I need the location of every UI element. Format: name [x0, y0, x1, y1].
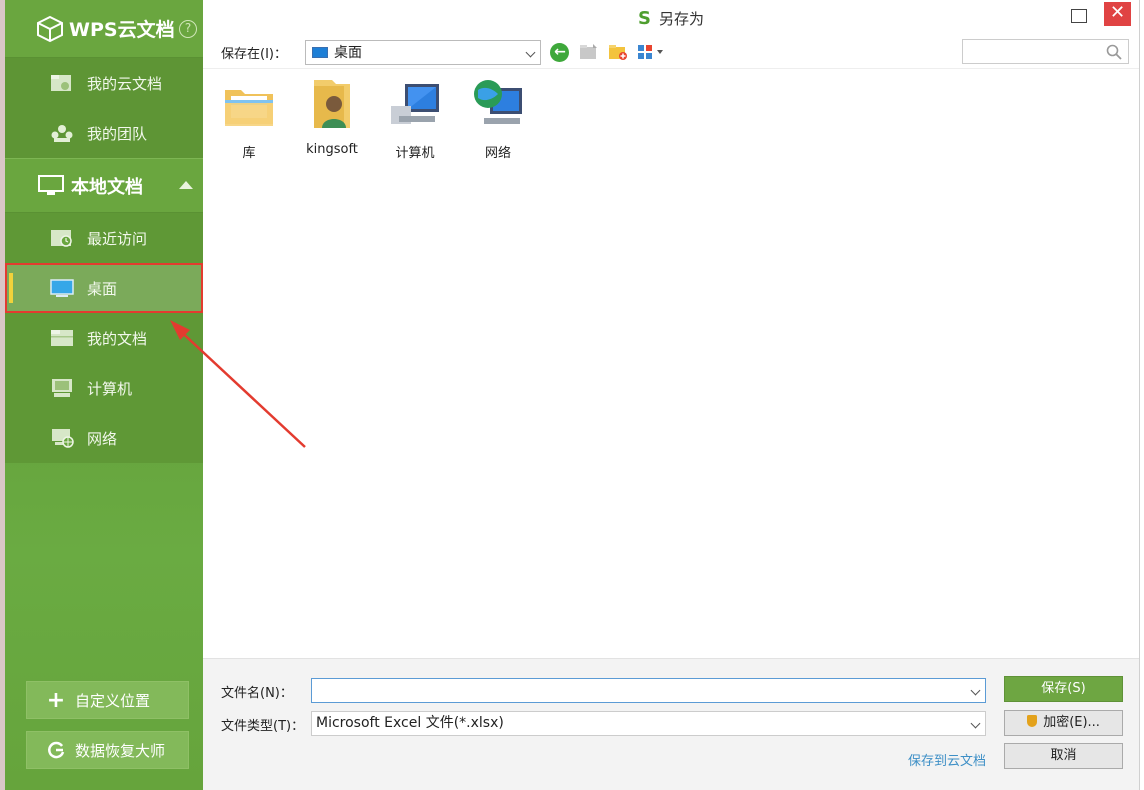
file-item-library[interactable]: 库 — [214, 76, 284, 161]
view-grid-icon — [637, 45, 663, 59]
sidebar-item-label: 我的文档 — [87, 329, 148, 348]
local-items: 最近访问 桌面 我的文档 计算机 网络 — [5, 213, 203, 463]
desktop-icon — [311, 46, 328, 58]
file-item-computer[interactable]: 计算机 — [380, 76, 450, 161]
sidebar-item-network[interactable]: 网络 — [5, 413, 203, 463]
help-icon[interactable]: ? — [179, 20, 197, 38]
file-name: 计算机 — [395, 146, 435, 161]
monitor-icon — [38, 174, 64, 195]
team-icon — [49, 122, 75, 144]
file-list: 库 kingsoft 计算机 网络 — [203, 68, 1139, 658]
sidebar-item-label: 计算机 — [87, 379, 133, 398]
search-field[interactable] — [962, 39, 1129, 64]
save-as-dialog: S 另存为 ✕ 保存在(I)： 桌面 ← 库 kingsoft 计算机 网络 文… — [203, 0, 1139, 790]
up-folder-icon — [579, 44, 597, 59]
search-input[interactable] — [963, 40, 1103, 63]
encrypt-shield-icon — [1027, 715, 1038, 727]
file-name: 网络 — [484, 146, 511, 161]
cloud-folder-icon — [49, 72, 75, 94]
chevron-down-icon — [970, 718, 981, 729]
file-name: kingsoft — [306, 142, 358, 157]
dialog-titlebar: S 另存为 ✕ — [203, 0, 1139, 36]
plus-icon: + — [46, 687, 66, 713]
filename-input[interactable] — [312, 679, 962, 702]
new-folder-icon — [608, 45, 627, 60]
view-menu-button[interactable] — [637, 42, 667, 62]
sidebar-item-recent[interactable]: 最近访问 — [5, 213, 203, 263]
sidebar-item-my-cloud-docs[interactable]: 我的云文档 — [5, 58, 203, 108]
sidebar-item-label: 网络 — [87, 429, 118, 448]
recovery-icon — [45, 739, 67, 761]
sidebar-item-label: 我的团队 — [87, 124, 148, 143]
wps-sheet-logo-icon: S — [638, 7, 651, 29]
filename-combobox[interactable] — [311, 678, 986, 703]
collapse-caret-icon[interactable] — [179, 181, 193, 189]
sidebar-item-my-documents[interactable]: 我的文档 — [5, 313, 203, 363]
location-select[interactable]: 桌面 — [304, 39, 541, 65]
network-globe-icon — [474, 80, 522, 124]
encrypt-label: 加密(E)... — [1043, 715, 1100, 730]
back-arrow-icon: ← — [550, 42, 570, 62]
sidebar-item-label: 桌面 — [87, 279, 118, 298]
button-label: 自定义位置 — [75, 691, 151, 710]
maximize-icon[interactable] — [1071, 9, 1087, 23]
sidebar-item-my-team[interactable]: 我的团队 — [5, 108, 203, 158]
close-icon[interactable]: ✕ — [1104, 2, 1131, 26]
documents-folder-icon — [49, 327, 75, 349]
bottom-panel: 文件名(N)： 文件类型(T)： Microsoft Excel 文件(*.xl… — [203, 658, 1139, 790]
network-icon — [49, 427, 75, 449]
filetype-select[interactable]: Microsoft Excel 文件(*.xlsx) — [311, 711, 986, 736]
sidebar-item-label: 我的云文档 — [87, 74, 163, 93]
dialog-toolbar: 保存在(I)： 桌面 ← — [203, 36, 1139, 68]
sidebar-item-label: 最近访问 — [87, 229, 148, 248]
save-button[interactable]: 保存(S) — [1004, 676, 1123, 702]
local-docs-section[interactable]: 本地文档 — [5, 158, 203, 213]
section-label: 本地文档 — [71, 176, 143, 198]
library-folder-icon — [225, 90, 273, 126]
cancel-button[interactable]: 取消 — [1004, 743, 1123, 769]
back-button[interactable]: ← — [550, 42, 570, 62]
desktop-icon — [49, 277, 75, 299]
computer-icon — [49, 377, 75, 399]
dialog-title: 另存为 — [658, 9, 704, 28]
up-folder-button[interactable] — [579, 42, 599, 62]
sidebar-header: WPS云文档 ? — [5, 0, 203, 58]
app-title: WPS云文档 — [69, 19, 175, 41]
save-in-label: 保存在(I)： — [221, 46, 287, 62]
data-recovery-button[interactable]: 数据恢复大师 — [26, 731, 189, 769]
sidebar-item-computer[interactable]: 计算机 — [5, 363, 203, 413]
chevron-down-icon — [525, 47, 536, 57]
file-item-kingsoft[interactable]: kingsoft — [297, 76, 367, 157]
filetype-label: 文件类型(T)： — [221, 719, 305, 734]
file-item-network[interactable]: 网络 — [463, 76, 533, 161]
custom-location-button[interactable]: + 自定义位置 — [26, 681, 189, 719]
search-icon[interactable] — [1106, 44, 1122, 60]
recent-folder-icon — [49, 227, 75, 249]
computer-icon — [391, 84, 439, 124]
encrypt-button[interactable]: 加密(E)... — [1004, 710, 1123, 736]
filename-label: 文件名(N)： — [221, 686, 293, 701]
filetype-value: Microsoft Excel 文件(*.xlsx) — [316, 715, 504, 731]
background-sheet-edge — [1139, 0, 1144, 790]
cloud-items: 我的云文档 我的团队 — [5, 58, 203, 158]
sidebar: WPS云文档 ? 我的云文档 我的团队 本地文档 最近访问 桌面 我的文档 计算… — [0, 0, 203, 790]
user-folder-icon — [314, 80, 350, 128]
new-folder-button[interactable] — [608, 42, 628, 62]
button-label: 数据恢复大师 — [75, 741, 166, 760]
location-value: 桌面 — [333, 45, 362, 61]
save-to-cloud-link[interactable]: 保存到云文档 — [908, 750, 986, 769]
chevron-down-icon[interactable] — [970, 685, 981, 696]
sidebar-item-desktop[interactable]: 桌面 — [5, 263, 203, 313]
cloud-box-icon — [37, 15, 63, 42]
file-name: 库 — [242, 146, 256, 161]
